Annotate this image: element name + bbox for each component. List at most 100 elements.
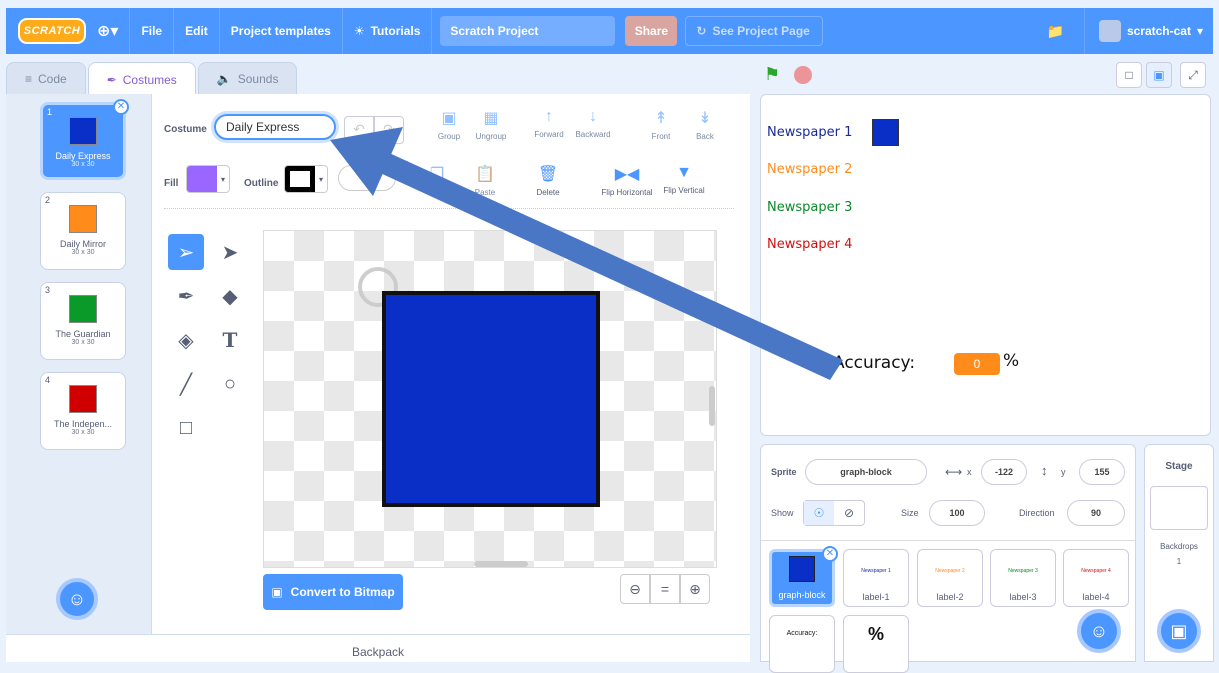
sprite-tile-label-2[interactable]: Newspaper 2 label-2 [917,549,983,607]
paste-label: Paste [474,188,496,197]
newspaper-label-4: Newspaper 4 [767,237,853,252]
delete-button[interactable]: 🗑 Delete [521,164,575,197]
canvas-vertical-scrollbar[interactable] [709,386,715,426]
project-templates-menu[interactable]: Project templates [220,8,343,54]
costume-item-4[interactable]: 4 The Indepen... 30 x 30 [40,372,126,450]
costume-number: 3 [45,285,51,295]
ungroup-button[interactable]: ▦ Ungroup [464,108,518,141]
delete-costume-icon[interactable]: ✕ [113,99,129,115]
choose-costume-button[interactable]: ☺ [56,578,98,620]
sprite-info: Sprite graph-block ⟷ x -122 ↕ y 155 Show… [761,445,1135,541]
costume-item-1[interactable]: 1 ✕ Daily Express 30 x 30 [40,99,129,180]
caret-down-icon: ▾ [318,174,323,184]
costume-number: 1 [47,107,53,117]
y-input[interactable]: 155 [1079,459,1125,485]
zoom-out-icon: ⊖ [629,580,641,597]
flip-vertical-icon: ▼ [676,164,692,181]
sprite-name: label-4 [1082,592,1110,602]
copy-button[interactable]: ❐ Copy [410,164,464,197]
scratch-logo[interactable]: SCRATCH [18,18,86,44]
convert-to-bitmap-button[interactable]: ▣ Convert to Bitmap [263,574,403,610]
editor-tabs: ≡ Code ✒ Costumes 🔈 Sounds [6,62,298,96]
sprite-tile-label-3[interactable]: Newspaper 3 label-3 [990,549,1056,607]
see-project-page-button[interactable]: ↻ See Project Page [685,16,824,46]
circle-tool[interactable]: ○ [212,366,248,402]
account-menu[interactable]: scratch-cat ▾ [1083,8,1203,54]
backpack-bar[interactable]: Backpack [6,634,750,662]
fill-tool[interactable]: ◈ [168,322,204,358]
sprite-tile-percent[interactable]: % [843,615,909,673]
sprite-tile-label-1[interactable]: Newspaper 1 label-1 [843,549,909,607]
share-button[interactable]: Share [625,16,678,46]
green-flag-icon[interactable]: ⚑ [764,64,780,85]
sprite-tile-accuracy[interactable]: Accuracy: [769,615,835,673]
costume-label: Costume [164,124,207,135]
edit-menu[interactable]: Edit [174,8,220,54]
small-stage-button[interactable]: □ [1116,62,1142,88]
rectangle-tool[interactable]: □ [168,410,204,446]
costume-item-2[interactable]: 2 Daily Mirror 30 x 30 [40,192,126,270]
costume-size: 30 x 30 [71,161,95,168]
tab-costumes[interactable]: ✒ Costumes [87,62,196,96]
fullscreen-button[interactable]: ⤢ [1180,62,1206,88]
text-tool[interactable]: T [212,322,248,358]
outline-swatch [285,166,315,192]
folder-icon[interactable]: 📁 [1047,23,1064,40]
paste-button[interactable]: 📋 Paste [458,164,512,197]
sprite-label: Sprite [771,467,797,477]
fill-color-picker[interactable]: ▾ [186,165,230,193]
hide-eye-icon[interactable]: ⊘ [834,501,864,525]
tab-code[interactable]: ≡ Code [6,62,86,94]
eraser-tool[interactable]: ◆ [212,278,248,314]
redo-button[interactable]: ↷ [374,116,404,144]
show-eye-icon[interactable]: ☉ [804,501,834,525]
back-icon: ↡ [698,110,712,127]
eraser-icon: ◆ [222,285,238,308]
sprite-name: label-3 [1009,592,1037,602]
costume-name-input[interactable]: Daily Express [214,114,336,140]
canvas-horizontal-scrollbar[interactable] [474,561,528,567]
backward-button[interactable]: ↓ Backward [566,108,620,139]
stage-selector[interactable]: Stage Backdrops 1 ▣ [1144,444,1214,662]
direction-input[interactable]: 90 [1067,500,1125,526]
outline-width-input[interactable]: 4 [338,165,396,191]
reshape-tool[interactable]: ➤ [212,234,248,270]
fill-label: Fill [164,178,179,189]
project-title-input[interactable]: Scratch Project [440,16,616,46]
sprite-tile-label-4[interactable]: Newspaper 4 label-4 [1063,549,1129,607]
equals-icon: = [660,581,670,597]
select-tool[interactable]: ➢ [168,234,204,270]
zoom-in-button[interactable]: ⊕ [680,574,710,604]
line-tool[interactable]: ╱ [168,366,204,402]
zoom-reset-button[interactable]: = [650,574,680,604]
normal-stage-button[interactable]: ▣ [1146,62,1172,88]
choose-sprite-button[interactable]: ☺ [1077,609,1121,653]
costume-item-3[interactable]: 3 The Guardian 30 x 30 [40,282,126,360]
circle-icon: ○ [223,372,237,395]
paint-canvas[interactable] [263,230,717,568]
image-plus-icon: ▣ [1170,620,1188,641]
stage-header: ⚑ □ ▣ ⤢ [760,60,1219,94]
brush-tool[interactable]: ✒ [168,278,204,314]
file-menu[interactable]: File [130,8,175,54]
zoom-out-button[interactable]: ⊖ [620,574,650,604]
flip-vertical-button[interactable]: ▼ Flip Vertical [652,164,716,195]
choose-backdrop-button[interactable]: ▣ [1157,609,1201,653]
stop-icon[interactable] [794,66,812,84]
sprite-tile-graph-block[interactable]: ✕ graph-block [769,546,838,607]
delete-sprite-icon[interactable]: ✕ [822,546,838,562]
stage-canvas[interactable]: Newspaper 1 Newspaper 2 Newspaper 3 News… [760,94,1211,436]
menu-bar-inner: SCRATCH ⊕▾ File Edit Project templates ☀… [6,8,1213,54]
x-input[interactable]: -122 [981,459,1027,485]
back-button[interactable]: ↡ Back [678,108,732,141]
blue-square-shape[interactable] [382,291,600,507]
undo-button[interactable]: ↶ [344,116,374,144]
tab-sounds[interactable]: 🔈 Sounds [197,62,298,94]
language-menu[interactable]: ⊕▾ [86,8,131,54]
tutorials-menu[interactable]: ☀ Tutorials [343,8,433,54]
outline-color-picker[interactable]: ▾ [284,165,328,193]
graph-block-sprite[interactable] [872,119,899,146]
sprite-name-input[interactable]: graph-block [805,459,927,485]
size-input[interactable]: 100 [929,500,985,526]
tab-sounds-label: Sounds [237,71,279,86]
